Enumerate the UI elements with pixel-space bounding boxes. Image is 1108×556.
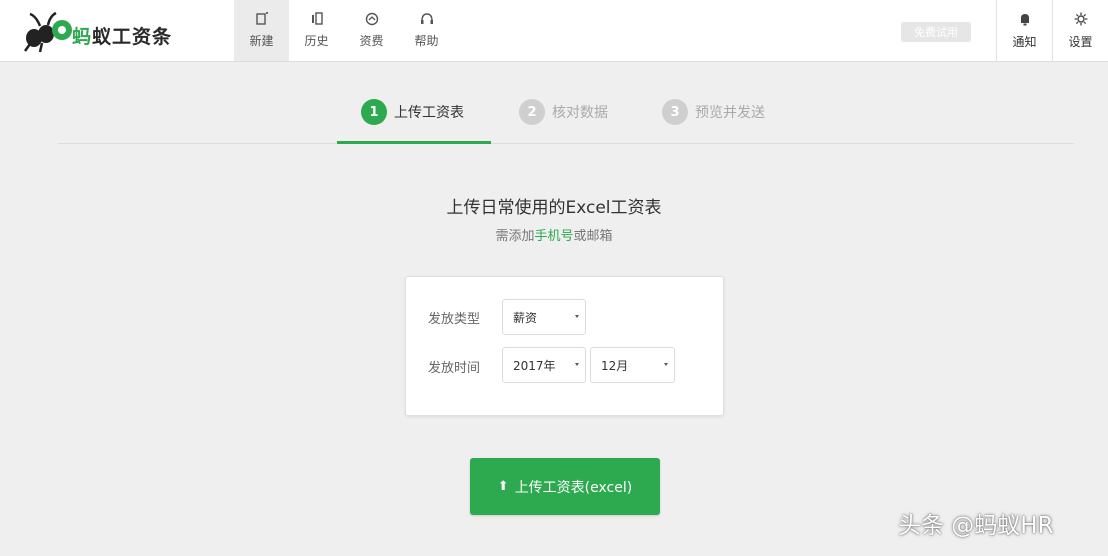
step-label: 核对数据: [552, 105, 608, 121]
gear-icon: [1074, 12, 1087, 25]
upload-button-label: 上传工资表(excel): [514, 479, 633, 496]
steps-divider: [58, 143, 1074, 144]
history-icon: [311, 12, 323, 25]
notifications-label: 通知: [1012, 34, 1037, 49]
step-preview-send: 3 预览并发送: [662, 99, 765, 125]
subtitle-highlight: 手机号: [534, 229, 574, 244]
nav-item-pricing[interactable]: 资费: [344, 0, 399, 61]
type-label: 发放类型: [428, 312, 481, 327]
nav-label: 历史: [304, 34, 329, 48]
step-number: 1: [361, 99, 387, 125]
step-verify: 2 核对数据: [519, 99, 608, 125]
month-select-value: 12月: [601, 358, 629, 373]
step-label: 上传工资表: [394, 105, 464, 121]
new-file-icon: [255, 12, 268, 25]
watermark: 头条 @蚂蚁HR: [898, 513, 1054, 539]
step-label: 预览并发送: [695, 105, 765, 121]
nav-item-help[interactable]: 帮助: [399, 0, 454, 61]
free-trial-button[interactable]: 免费试用: [901, 22, 971, 42]
headset-icon: [420, 13, 433, 24]
upload-payroll-button[interactable]: ⬆ 上传工资表(excel): [470, 458, 660, 515]
chevron-down-icon: [575, 315, 579, 318]
chevron-down-icon: [575, 363, 579, 366]
step-number: 3: [662, 99, 688, 125]
ant-logo-icon: [23, 11, 72, 53]
nav-label: 资费: [359, 34, 384, 48]
nav-label: 新建: [249, 34, 274, 48]
chevron-down-icon: [664, 363, 668, 366]
month-select[interactable]: 12月: [590, 347, 675, 383]
upload-arrow-icon: ⬆: [497, 479, 509, 494]
top-bar: 蚂蚁工资条 新建 历史 资费 帮助 免费试用 通知 设置: [0, 0, 1108, 62]
step-upload: 1 上传工资表: [361, 99, 464, 125]
settings-button[interactable]: 设置: [1052, 0, 1108, 61]
logo-text: 蚂蚁工资条: [72, 26, 173, 48]
pricing-icon: [365, 12, 378, 26]
bell-icon: [1020, 13, 1029, 25]
settings-label: 设置: [1068, 34, 1093, 49]
nav-item-new[interactable]: 新建: [234, 0, 289, 61]
year-select-value: 2017年: [513, 358, 556, 373]
app-logo[interactable]: 蚂蚁工资条: [22, 10, 182, 54]
type-select-value: 薪资: [513, 310, 538, 325]
step-number: 2: [519, 99, 545, 125]
active-step-underline: [337, 141, 491, 144]
year-select[interactable]: 2017年: [502, 347, 586, 383]
page-subtitle: 需添加手机号或邮箱: [495, 229, 613, 244]
notifications-button[interactable]: 通知: [996, 0, 1052, 61]
page-title: 上传日常使用的Excel工资表: [446, 198, 662, 218]
time-label: 发放时间: [428, 361, 481, 376]
nav-label: 帮助: [414, 34, 439, 48]
main-nav: 新建 历史 资费 帮助: [234, 0, 454, 62]
type-select[interactable]: 薪资: [502, 299, 586, 335]
payroll-form-card: 发放类型 薪资 发放时间 2017年 12月: [405, 276, 724, 416]
nav-item-history[interactable]: 历史: [289, 0, 344, 61]
